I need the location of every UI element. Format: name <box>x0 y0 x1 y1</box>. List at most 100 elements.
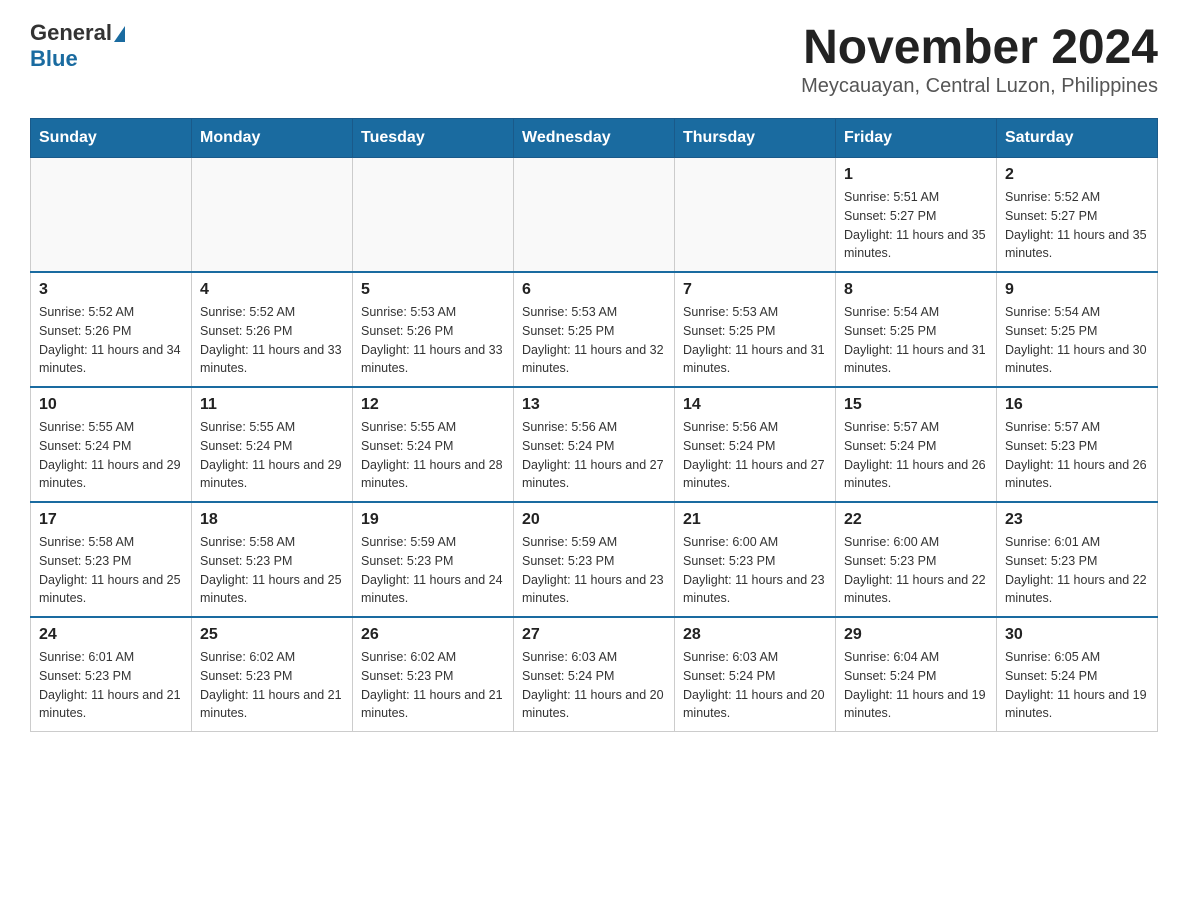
day-number: 11 <box>200 396 344 414</box>
col-header-monday: Monday <box>192 119 353 158</box>
calendar-cell <box>514 158 675 273</box>
day-number: 1 <box>844 166 988 184</box>
calendar-cell: 19 Sunrise: 5:59 AM Sunset: 5:23 PM Dayli… <box>353 502 514 617</box>
day-number: 4 <box>200 281 344 299</box>
day-info: Sunrise: 5:52 AM Sunset: 5:26 PM Dayligh… <box>39 303 183 378</box>
calendar-cell: 25 Sunrise: 6:02 AM Sunset: 5:23 PM Dayli… <box>192 617 353 732</box>
page-header: General Blue November 2024 Meycauayan, C… <box>30 20 1158 98</box>
day-number: 3 <box>39 281 183 299</box>
day-info: Sunrise: 6:01 AM Sunset: 5:23 PM Dayligh… <box>1005 533 1149 608</box>
calendar-week-2: 3 Sunrise: 5:52 AM Sunset: 5:26 PM Daylig… <box>31 272 1158 387</box>
day-number: 14 <box>683 396 827 414</box>
calendar-cell: 5Sunrise: 5:53 AM Sunset: 5:26 PM Daylig… <box>353 272 514 387</box>
day-number: 23 <box>1005 511 1149 529</box>
day-number: 19 <box>361 511 505 529</box>
calendar-week-5: 24Sunrise: 6:01 AM Sunset: 5:23 PM Dayli… <box>31 617 1158 732</box>
day-number: 10 <box>39 396 183 414</box>
calendar-cell: 27 Sunrise: 6:03 AM Sunset: 5:24 PM Dayli… <box>514 617 675 732</box>
calendar-cell: 13 Sunrise: 5:56 AM Sunset: 5:24 PM Dayli… <box>514 387 675 502</box>
day-info: Sunrise: 5:56 AM Sunset: 5:24 PM Dayligh… <box>522 418 666 493</box>
day-number: 2 <box>1005 166 1149 184</box>
logo: General Blue <box>30 20 125 73</box>
calendar-cell: 8 Sunrise: 5:54 AM Sunset: 5:25 PM Daylig… <box>836 272 997 387</box>
calendar-cell: 26 Sunrise: 6:02 AM Sunset: 5:23 PM Dayli… <box>353 617 514 732</box>
calendar-cell: 28 Sunrise: 6:03 AM Sunset: 5:24 PM Dayli… <box>675 617 836 732</box>
calendar-table: SundayMondayTuesdayWednesdayThursdayFrid… <box>30 118 1158 732</box>
day-number: 17 <box>39 511 183 529</box>
calendar-cell: 30Sunrise: 6:05 AM Sunset: 5:24 PM Dayli… <box>997 617 1158 732</box>
day-number: 13 <box>522 396 666 414</box>
day-info: Sunrise: 6:00 AM Sunset: 5:23 PM Dayligh… <box>683 533 827 608</box>
day-number: 12 <box>361 396 505 414</box>
calendar-week-4: 17 Sunrise: 5:58 AM Sunset: 5:23 PM Dayli… <box>31 502 1158 617</box>
calendar-cell <box>353 158 514 273</box>
day-info: Sunrise: 6:03 AM Sunset: 5:24 PM Dayligh… <box>522 648 666 723</box>
calendar-cell: 15 Sunrise: 5:57 AM Sunset: 5:24 PM Dayli… <box>836 387 997 502</box>
calendar-week-1: 1Sunrise: 5:51 AM Sunset: 5:27 PM Daylig… <box>31 158 1158 273</box>
day-info: Sunrise: 6:02 AM Sunset: 5:23 PM Dayligh… <box>361 648 505 723</box>
day-info: Sunrise: 6:03 AM Sunset: 5:24 PM Dayligh… <box>683 648 827 723</box>
col-header-friday: Friday <box>836 119 997 158</box>
calendar-cell: 29 Sunrise: 6:04 AM Sunset: 5:24 PM Dayli… <box>836 617 997 732</box>
calendar-cell: 11 Sunrise: 5:55 AM Sunset: 5:24 PM Dayli… <box>192 387 353 502</box>
day-number: 7 <box>683 281 827 299</box>
day-info: Sunrise: 5:57 AM Sunset: 5:24 PM Dayligh… <box>844 418 988 493</box>
day-number: 27 <box>522 626 666 644</box>
calendar-cell: 18 Sunrise: 5:58 AM Sunset: 5:23 PM Dayli… <box>192 502 353 617</box>
col-header-saturday: Saturday <box>997 119 1158 158</box>
calendar-cell <box>192 158 353 273</box>
calendar-cell: 1Sunrise: 5:51 AM Sunset: 5:27 PM Daylig… <box>836 158 997 273</box>
calendar-cell: 10 Sunrise: 5:55 AM Sunset: 5:24 PM Dayli… <box>31 387 192 502</box>
day-info: Sunrise: 5:53 AM Sunset: 5:25 PM Dayligh… <box>683 303 827 378</box>
day-info: Sunrise: 5:52 AM Sunset: 5:26 PM Dayligh… <box>200 303 344 378</box>
day-number: 29 <box>844 626 988 644</box>
col-header-wednesday: Wednesday <box>514 119 675 158</box>
day-info: Sunrise: 6:01 AM Sunset: 5:23 PM Dayligh… <box>39 648 183 723</box>
col-header-thursday: Thursday <box>675 119 836 158</box>
day-info: Sunrise: 5:55 AM Sunset: 5:24 PM Dayligh… <box>200 418 344 493</box>
calendar-header-row: SundayMondayTuesdayWednesdayThursdayFrid… <box>31 119 1158 158</box>
day-info: Sunrise: 5:59 AM Sunset: 5:23 PM Dayligh… <box>361 533 505 608</box>
day-info: Sunrise: 6:04 AM Sunset: 5:24 PM Dayligh… <box>844 648 988 723</box>
calendar-cell: 14 Sunrise: 5:56 AM Sunset: 5:24 PM Dayli… <box>675 387 836 502</box>
calendar-cell: 16 Sunrise: 5:57 AM Sunset: 5:23 PM Dayli… <box>997 387 1158 502</box>
day-info: Sunrise: 5:54 AM Sunset: 5:25 PM Dayligh… <box>1005 303 1149 378</box>
day-info: Sunrise: 6:05 AM Sunset: 5:24 PM Dayligh… <box>1005 648 1149 723</box>
col-header-sunday: Sunday <box>31 119 192 158</box>
title-block: November 2024 Meycauayan, Central Luzon,… <box>801 20 1158 98</box>
logo-text: General Blue <box>30 20 125 73</box>
calendar-cell: 6Sunrise: 5:53 AM Sunset: 5:25 PM Daylig… <box>514 272 675 387</box>
calendar-week-3: 10 Sunrise: 5:55 AM Sunset: 5:24 PM Dayli… <box>31 387 1158 502</box>
day-info: Sunrise: 5:52 AM Sunset: 5:27 PM Dayligh… <box>1005 188 1149 263</box>
day-number: 18 <box>200 511 344 529</box>
day-info: Sunrise: 5:55 AM Sunset: 5:24 PM Dayligh… <box>361 418 505 493</box>
day-number: 9 <box>1005 281 1149 299</box>
calendar-cell: 9 Sunrise: 5:54 AM Sunset: 5:25 PM Daylig… <box>997 272 1158 387</box>
day-number: 20 <box>522 511 666 529</box>
calendar-cell: 23 Sunrise: 6:01 AM Sunset: 5:23 PM Dayli… <box>997 502 1158 617</box>
calendar-cell: 4 Sunrise: 5:52 AM Sunset: 5:26 PM Daylig… <box>192 272 353 387</box>
day-info: Sunrise: 5:53 AM Sunset: 5:25 PM Dayligh… <box>522 303 666 378</box>
calendar-cell: 21Sunrise: 6:00 AM Sunset: 5:23 PM Dayli… <box>675 502 836 617</box>
calendar-cell: 12 Sunrise: 5:55 AM Sunset: 5:24 PM Dayli… <box>353 387 514 502</box>
day-info: Sunrise: 5:57 AM Sunset: 5:23 PM Dayligh… <box>1005 418 1149 493</box>
day-number: 28 <box>683 626 827 644</box>
calendar-cell: 24Sunrise: 6:01 AM Sunset: 5:23 PM Dayli… <box>31 617 192 732</box>
day-info: Sunrise: 5:59 AM Sunset: 5:23 PM Dayligh… <box>522 533 666 608</box>
month-title: November 2024 <box>801 20 1158 75</box>
location: Meycauayan, Central Luzon, Philippines <box>801 75 1158 98</box>
day-info: Sunrise: 5:58 AM Sunset: 5:23 PM Dayligh… <box>200 533 344 608</box>
day-number: 16 <box>1005 396 1149 414</box>
day-number: 8 <box>844 281 988 299</box>
day-info: Sunrise: 5:55 AM Sunset: 5:24 PM Dayligh… <box>39 418 183 493</box>
calendar-cell: 3 Sunrise: 5:52 AM Sunset: 5:26 PM Daylig… <box>31 272 192 387</box>
day-number: 15 <box>844 396 988 414</box>
day-number: 25 <box>200 626 344 644</box>
day-info: Sunrise: 5:54 AM Sunset: 5:25 PM Dayligh… <box>844 303 988 378</box>
day-info: Sunrise: 5:58 AM Sunset: 5:23 PM Dayligh… <box>39 533 183 608</box>
calendar-cell <box>31 158 192 273</box>
calendar-cell: 2 Sunrise: 5:52 AM Sunset: 5:27 PM Daylig… <box>997 158 1158 273</box>
day-number: 26 <box>361 626 505 644</box>
day-info: Sunrise: 6:02 AM Sunset: 5:23 PM Dayligh… <box>200 648 344 723</box>
day-info: Sunrise: 5:56 AM Sunset: 5:24 PM Dayligh… <box>683 418 827 493</box>
